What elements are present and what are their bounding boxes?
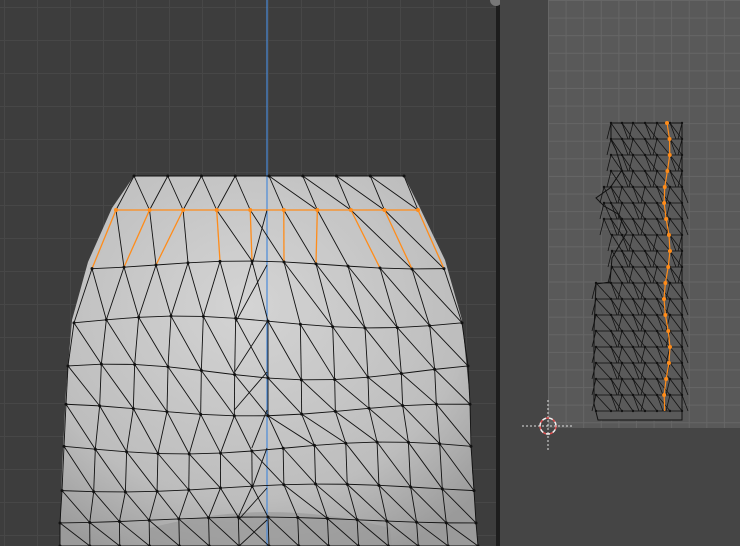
uv-image-bounds <box>548 0 740 428</box>
mesh-canvas[interactable] <box>0 0 496 546</box>
mesh-body <box>60 176 478 546</box>
3d-viewport[interactable] <box>0 0 496 546</box>
